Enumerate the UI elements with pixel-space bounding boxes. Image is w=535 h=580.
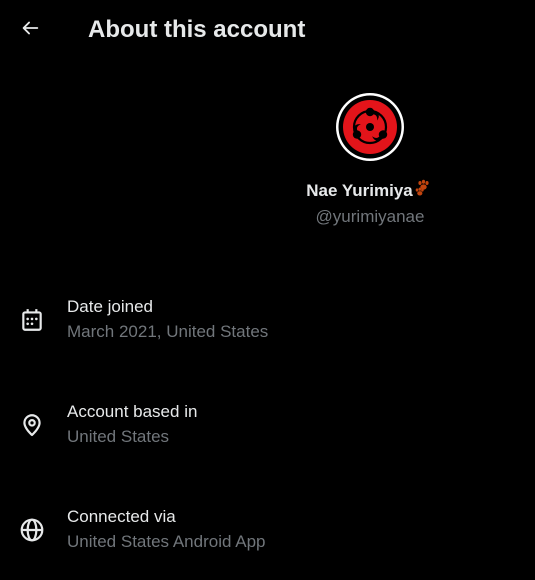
arrow-left-icon <box>19 17 41 44</box>
handle: @yurimiyanae <box>315 207 425 226</box>
page-title: About this account <box>88 16 306 43</box>
account-based-in-row: Account based in United States <box>0 401 535 461</box>
connected-via-label: Connected via <box>67 507 176 526</box>
account-based-in-label: Account based in <box>67 402 198 421</box>
date-joined-value: March 2021, United States <box>67 322 269 341</box>
date-joined-label: Date joined <box>67 297 154 316</box>
avatar[interactable] <box>335 92 405 162</box>
date-joined-row: Date joined March 2021, United States <box>0 296 535 356</box>
paw-prints-icon <box>414 179 434 203</box>
back-button[interactable] <box>14 14 46 46</box>
header: About this account <box>0 0 535 60</box>
display-name-text: Nae Yurimiya <box>306 181 413 200</box>
account-based-in-value: United States <box>67 427 170 446</box>
connected-via-row: Connected via United States Android App <box>0 506 535 566</box>
calendar-icon <box>18 306 46 334</box>
connected-via-value: United States Android App <box>67 532 266 551</box>
display-name: Nae Yurimiya <box>270 179 470 203</box>
profile-section: Nae Yurimiya @yurimiyanae <box>270 92 470 228</box>
location-pin-icon <box>18 411 46 439</box>
globe-icon <box>18 516 46 544</box>
